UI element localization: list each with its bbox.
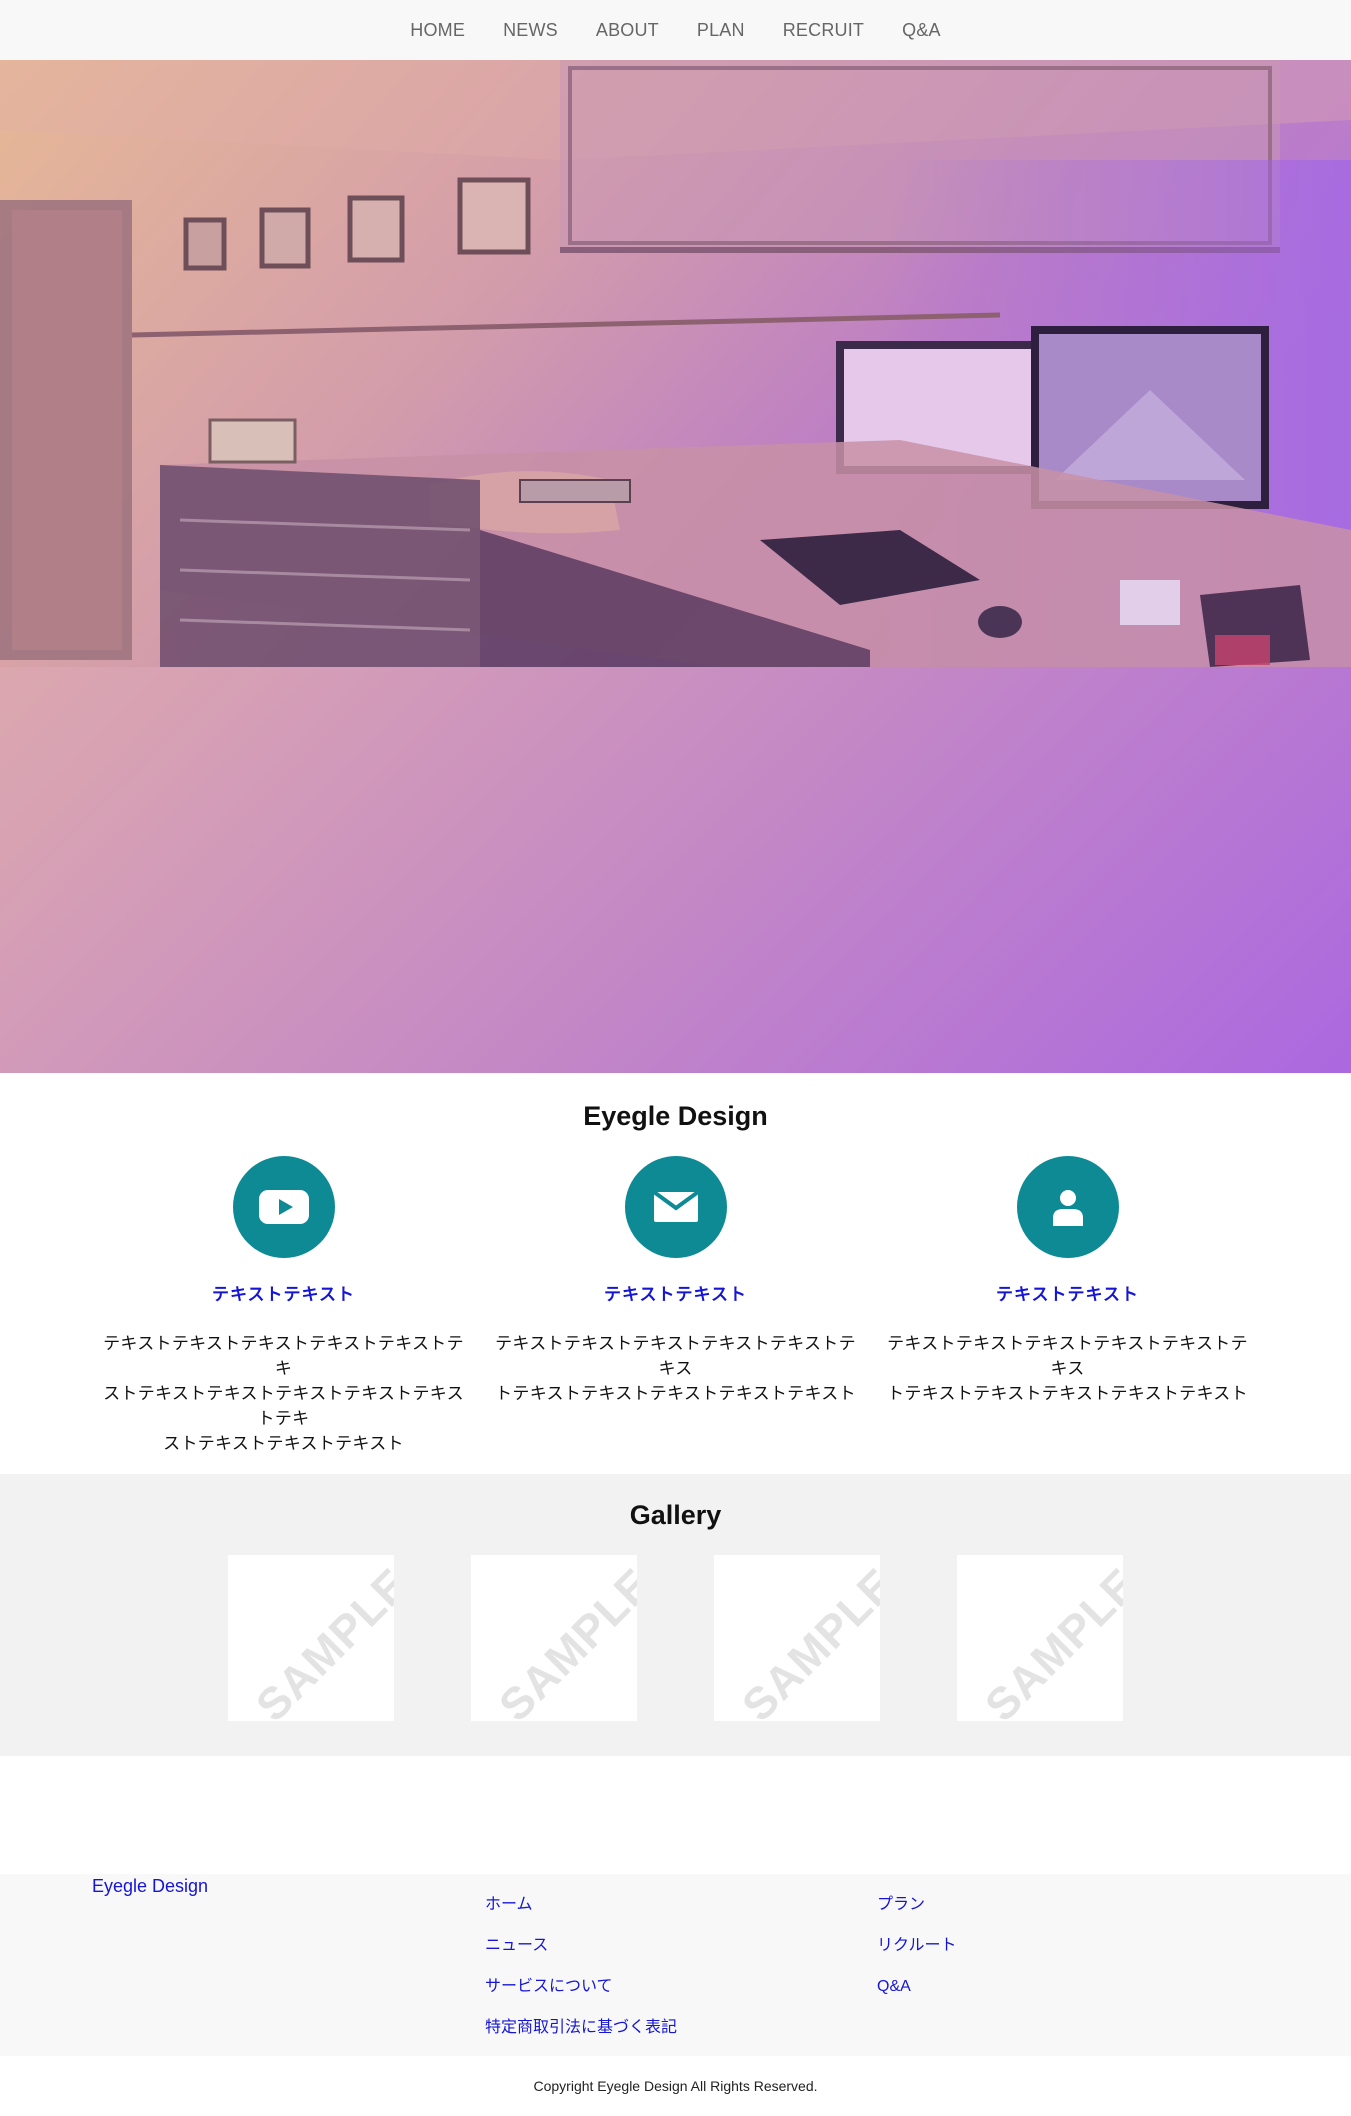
feature-text-line: テキストテキストテキストテキストテキストテキス xyxy=(887,1334,1248,1378)
nav-home-link[interactable]: HOME xyxy=(410,20,465,41)
section-spacer xyxy=(0,1756,1351,1874)
gallery-row: SAMPLE SAMPLE SAMPLE SAMPLE xyxy=(0,1555,1351,1721)
nav-recruit-link[interactable]: RECRUIT xyxy=(783,20,864,41)
footer-link-news[interactable]: ニュース xyxy=(485,1935,677,1956)
footer-brand-link[interactable]: Eyegle Design xyxy=(92,1876,208,1897)
footer-link-plan[interactable]: プラン xyxy=(877,1894,957,1915)
gallery-sample-image[interactable]: SAMPLE xyxy=(957,1555,1123,1721)
gallery-sample-image[interactable]: SAMPLE xyxy=(714,1555,880,1721)
feature-text-line: テキストテキストテキストテキストテキストテキ xyxy=(103,1334,464,1378)
nav-qa-link[interactable]: Q&A xyxy=(902,20,941,41)
gallery-sample-image[interactable]: SAMPLE xyxy=(471,1555,637,1721)
copyright-text: Copyright Eyegle Design All Rights Reser… xyxy=(0,2056,1351,2116)
gallery-sample-image[interactable]: SAMPLE xyxy=(228,1555,394,1721)
features-row: テキストテキスト テキストテキストテキストテキストテキストテキ ストテキストテキ… xyxy=(0,1156,1351,1456)
feature-card: テキストテキスト テキストテキストテキストテキストテキストテキス トテキストテキ… xyxy=(480,1156,872,1456)
feature-text: テキストテキストテキストテキストテキストテキ ストテキストテキストテキストテキス… xyxy=(103,1331,465,1456)
sample-watermark: SAMPLE xyxy=(488,1558,637,1721)
gallery-title: Gallery xyxy=(629,1500,722,1530)
footer-link-recruit[interactable]: リクルート xyxy=(877,1935,957,1956)
sample-watermark: SAMPLE xyxy=(245,1558,394,1721)
user-icon xyxy=(1016,1156,1119,1258)
sample-watermark: SAMPLE xyxy=(731,1558,880,1721)
features-section: Eyegle Design テキストテキスト テキストテキストテキストテキストテ… xyxy=(0,1073,1351,1474)
nav-plan-link[interactable]: PLAN xyxy=(697,20,745,41)
footer-link-legal-notice[interactable]: 特定商取引法に基づく表記 xyxy=(485,2017,677,2038)
youtube-icon xyxy=(232,1156,335,1258)
sample-watermark: SAMPLE xyxy=(974,1558,1123,1721)
footer-link-about-service[interactable]: サービスについて xyxy=(485,1976,677,1997)
features-title: Eyegle Design xyxy=(583,1101,768,1131)
hero-office-photo xyxy=(0,60,1351,667)
footer-links-column-1: ホーム ニュース サービスについて 特定商取引法に基づく表記 xyxy=(485,1894,677,2038)
feature-text: テキストテキストテキストテキストテキストテキス トテキストテキストテキストテキス… xyxy=(887,1331,1249,1406)
footer-links-column-2: プラン リクルート Q&A xyxy=(877,1894,957,1997)
nav-about-link[interactable]: ABOUT xyxy=(596,20,659,41)
feature-text-line: テキストテキストテキストテキストテキストテキス xyxy=(495,1334,856,1378)
gallery-section: Gallery SAMPLE SAMPLE SAMPLE SAMPLE xyxy=(0,1474,1351,1756)
feature-heading-link[interactable]: テキストテキスト xyxy=(480,1280,872,1305)
feature-text: テキストテキストテキストテキストテキストテキス トテキストテキストテキストテキス… xyxy=(495,1331,857,1406)
footer-link-qa[interactable]: Q&A xyxy=(877,1976,957,1997)
feature-heading-link[interactable]: テキストテキスト xyxy=(88,1280,480,1305)
feature-text-line: トテキストテキストテキストテキストテキスト xyxy=(887,1384,1248,1403)
feature-text-line: ストテキストテキストテキストテキストテキストテキ xyxy=(103,1384,464,1428)
nav-news-link[interactable]: NEWS xyxy=(503,20,558,41)
feature-text-line: トテキストテキストテキストテキストテキスト xyxy=(495,1384,856,1403)
feature-card: テキストテキスト テキストテキストテキストテキストテキストテキ ストテキストテキ… xyxy=(88,1156,480,1456)
footer-link-home[interactable]: ホーム xyxy=(485,1894,677,1915)
footer: Eyegle Design ホーム ニュース サービスについて 特定商取引法に基… xyxy=(0,1874,1351,2056)
feature-heading-link[interactable]: テキストテキスト xyxy=(872,1280,1264,1305)
hero-banner xyxy=(0,60,1351,1073)
feature-card: テキストテキスト テキストテキストテキストテキストテキストテキス トテキストテキ… xyxy=(872,1156,1264,1456)
mail-icon xyxy=(624,1156,727,1258)
top-navigation: HOME NEWS ABOUT PLAN RECRUIT Q&A xyxy=(0,0,1351,60)
feature-text-line: ストテキストテキストテキスト xyxy=(163,1434,404,1453)
